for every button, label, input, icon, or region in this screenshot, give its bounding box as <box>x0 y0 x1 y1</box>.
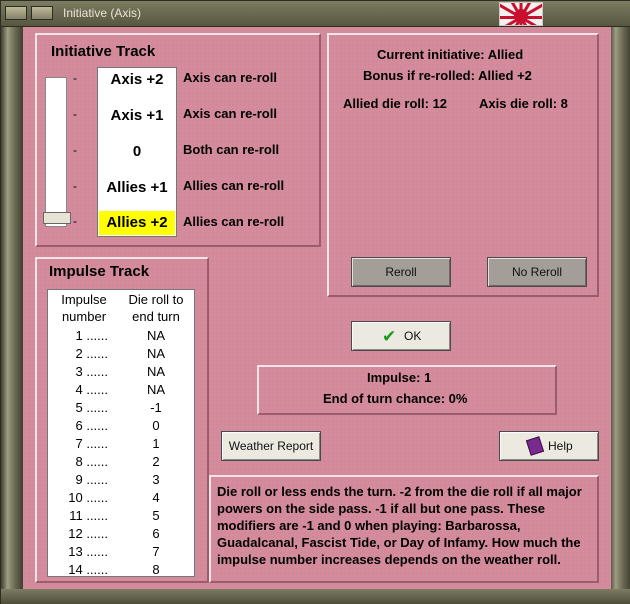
initiative-level-list: Axis +2 Axis +1 0 Allies +1 Allies +2 <box>97 67 177 237</box>
initiative-level-desc: Allies can re-roll <box>183 178 285 193</box>
impulse-row-die-roll: 2 <box>152 454 160 469</box>
slider-tick: - <box>73 214 77 228</box>
help-label: Help <box>548 439 573 453</box>
impulse-row-number: 2 ...... <box>75 346 108 361</box>
impulse-row-die-roll: 3 <box>152 472 160 487</box>
impulse-row-die-roll: 8 <box>152 562 160 577</box>
system-menu-button[interactable] <box>5 6 27 20</box>
frame-right <box>609 27 630 591</box>
impulse-row-number: 10 ...... <box>68 490 108 505</box>
impulse-row-die-roll: NA <box>146 346 166 361</box>
impulse-row-die-roll: 6 <box>152 526 160 541</box>
impulse-table: Impulse number Die roll to end turn 1 ..… <box>47 289 195 577</box>
impulse-row-number: 1 ...... <box>75 328 108 343</box>
impulse-number-header: Impulse <box>61 292 107 307</box>
impulse-row-number: 8 ...... <box>75 454 108 469</box>
impulse-row-number: 4 ...... <box>75 382 108 397</box>
impulse-row-number: 3 ...... <box>75 364 108 379</box>
minimize-button[interactable] <box>31 6 53 20</box>
die-roll-header: end turn <box>132 309 180 324</box>
initiative-level: Axis +2 <box>110 71 164 88</box>
impulse-row-die-roll: 5 <box>152 508 160 523</box>
initiative-slider-thumb[interactable] <box>43 212 71 224</box>
impulse-row-die-roll: 7 <box>152 544 160 559</box>
impulse-row-die-roll: NA <box>146 364 166 379</box>
help-book-icon <box>525 436 545 456</box>
initiative-level-selected: Allies +2 <box>99 211 175 235</box>
impulse-row-number: 7 ...... <box>75 436 108 451</box>
window-title: Initiative (Axis) <box>63 6 142 20</box>
bonus-text: Bonus if re-rolled: Allied +2 <box>363 68 532 83</box>
initiative-level-desc: Allies can re-roll <box>183 214 285 229</box>
weather-report-button[interactable]: Weather Report <box>221 431 321 461</box>
impulse-row-number: 12 ...... <box>68 526 108 541</box>
slider-tick: - <box>73 179 77 193</box>
title-bar: Initiative (Axis) <box>1 1 630 27</box>
axis-die-roll-text: Axis die roll: 8 <box>479 96 568 111</box>
impulse-row-number: 13 ...... <box>68 544 108 559</box>
die-roll-header: Die roll to <box>128 292 184 307</box>
checkmark-icon: ✔ <box>382 327 397 346</box>
initiative-level-desc: Both can re-roll <box>183 142 280 157</box>
no-reroll-button[interactable]: No Reroll <box>487 257 587 287</box>
impulse-row-die-roll: NA <box>146 328 166 343</box>
impulse-number-text: Impulse: 1 <box>367 370 432 385</box>
impulse-row-die-roll: 4 <box>152 490 160 505</box>
reroll-button[interactable]: Reroll <box>351 257 451 287</box>
initiative-level: Axis +1 <box>110 107 164 124</box>
impulse-row-die-roll: NA <box>146 382 166 397</box>
impulse-number-header: number <box>61 309 107 324</box>
help-button[interactable]: Help <box>499 431 599 461</box>
initiative-slider[interactable] <box>45 77 67 227</box>
impulse-row-die-roll: 1 <box>152 436 160 451</box>
initiative-level-desc: Axis can re-roll <box>183 70 277 85</box>
frame-left <box>1 27 23 591</box>
ok-button[interactable]: ✔ OK <box>351 321 451 351</box>
slider-tick: - <box>73 107 77 121</box>
rules-note-text: Die roll or less ends the turn. -2 from … <box>217 484 582 567</box>
initiative-level: 0 <box>132 143 142 160</box>
allied-die-roll-text: Allied die roll: 12 <box>343 96 448 111</box>
initiative-level-desc: Axis can re-roll <box>183 106 277 121</box>
impulse-row-number: 14 ...... <box>68 562 108 577</box>
initiative-level: Allies +1 <box>106 179 168 196</box>
impulse-row-number: 5 ...... <box>75 400 108 415</box>
end-of-turn-chance-text: End of turn chance: 0% <box>323 391 468 406</box>
ok-label: OK <box>404 329 422 343</box>
impulse-row-number: 11 ...... <box>69 508 108 523</box>
frame-bottom <box>1 589 630 604</box>
japan-flag-icon <box>499 2 543 26</box>
impulse-row-number: 9 ...... <box>75 472 108 487</box>
initiative-track-title: Initiative Track <box>51 43 156 60</box>
slider-tick: - <box>73 143 77 157</box>
slider-tick: - <box>73 71 77 85</box>
impulse-row-die-roll: 0 <box>152 418 160 433</box>
impulse-row-number: 6 ...... <box>75 418 108 433</box>
impulse-row-die-roll: -1 <box>150 400 162 415</box>
dialog-window: Initiative (Axis) Initiative Track - - -… <box>0 0 630 604</box>
impulse-track-title: Impulse Track <box>49 263 150 280</box>
current-initiative-text: Current initiative: Allied <box>377 47 524 62</box>
